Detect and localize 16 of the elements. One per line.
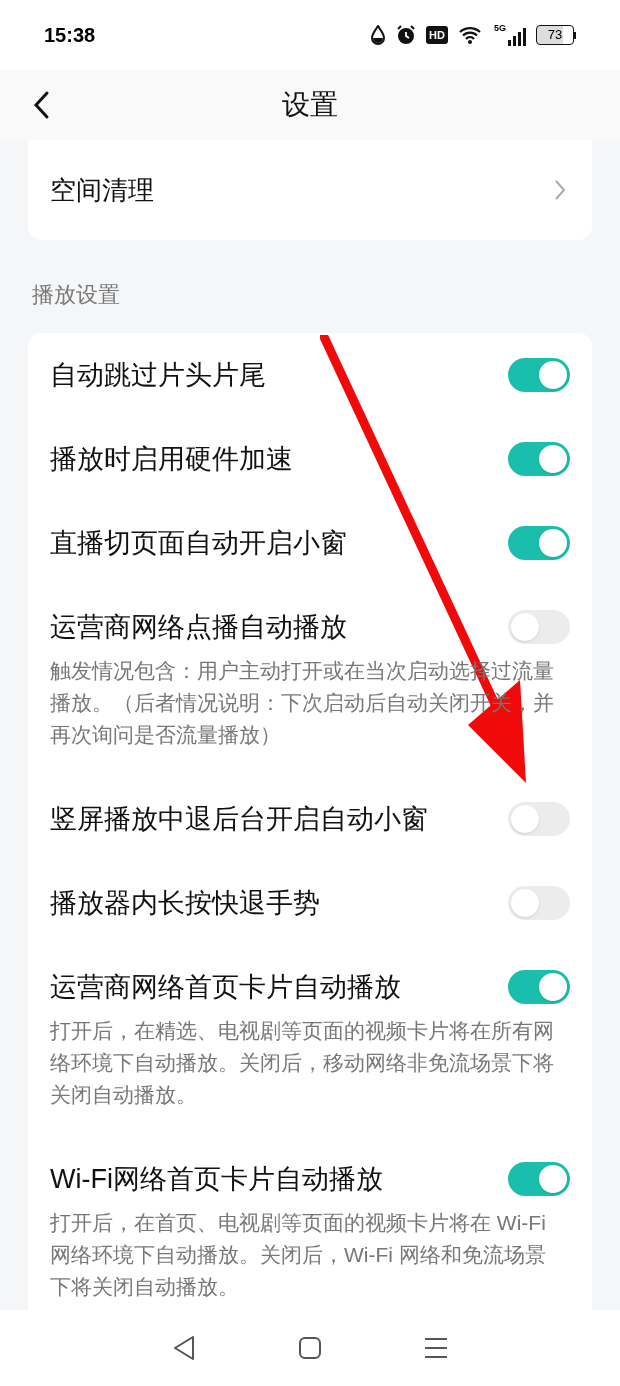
setting-label: 竖屏播放中退后台开启自动小窗 bbox=[50, 802, 428, 836]
setting-label: 自动跳过片头片尾 bbox=[50, 358, 266, 392]
setting-label: 播放器内长按快退手势 bbox=[50, 886, 320, 920]
setting-label: 播放时启用硬件加速 bbox=[50, 442, 293, 476]
setting-label: 运营商网络点播自动播放 bbox=[50, 610, 347, 644]
battery-indicator: 73 bbox=[536, 25, 574, 45]
setting-label: 运营商网络首页卡片自动播放 bbox=[50, 970, 401, 1004]
setting-description: 打开后，在精选、电视剧等页面的视频卡片将在所有网络环境下自动播放。关闭后，移动网络非免流场景下将关闭自动播放。 bbox=[49, 1018, 555, 1108]
setting-label: Wi-Fi网络首页卡片自动播放 bbox=[50, 1162, 383, 1196]
hd-badge: HD bbox=[426, 26, 448, 44]
setting-label[interactable]: 空间清理 bbox=[50, 170, 154, 210]
setting-description: 打开后，在首页、电视剧等页面的视频卡片将在 Wi-Fi 网络环境下自动播放。关闭后，Wi-Fi 网络和免流场景下将关闭自动播放。 bbox=[49, 1210, 547, 1300]
page-title: 设置 bbox=[282, 88, 338, 122]
status-time: 15:38 bbox=[44, 23, 96, 48]
section-title: 播放设置 bbox=[31, 281, 121, 309]
setting-label: 直播切页面自动开启小窗 bbox=[50, 526, 347, 560]
